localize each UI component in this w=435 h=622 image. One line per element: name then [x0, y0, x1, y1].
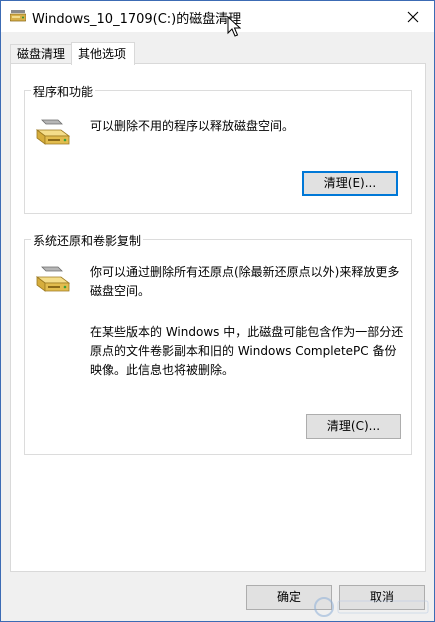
title-bar[interactable]: Windows_10_1709(C:)的磁盘清理 — [1, 1, 434, 37]
disk-cleanup-window: Windows_10_1709(C:)的磁盘清理 磁盘清理 其他选项 程序和功能… — [0, 0, 435, 622]
system-restore-description: 你可以通过删除所有还原点(除最新还原点以外)来释放更多磁盘空间。 — [90, 265, 400, 298]
close-icon — [407, 11, 419, 22]
mouse-cursor-icon — [227, 16, 241, 37]
close-button[interactable] — [392, 1, 434, 32]
programs-features-description: 可以删除不用的程序以释放磁盘空间。 — [90, 119, 295, 133]
window-title: Windows_10_1709(C:)的磁盘清理 — [32, 12, 242, 27]
programs-features-group: 程序和功能 可以删除不用的程序以释放磁盘空间。 清理(E)... — [24, 83, 412, 214]
shadow-copy-description: 在某些版本的 Windows 中，此磁盘可能包含作为一部分还原点的文件卷影副本和… — [90, 325, 404, 377]
tab-panel-more-options: 程序和功能 可以删除不用的程序以释放磁盘空间。 清理(E)... 系统还原和卷影… — [10, 63, 426, 572]
programs-features-legend: 程序和功能 — [31, 83, 96, 100]
cleanup-programs-button[interactable]: 清理(E)... — [302, 171, 398, 196]
system-restore-group: 系统还原和卷影复制 你可以通过删除所有还原点(除最新还原点以外)来释放更多磁盘空… — [24, 232, 412, 455]
cleanup-restore-button[interactable]: 清理(C)... — [306, 414, 401, 439]
tab-disk-cleanup[interactable]: 磁盘清理 — [10, 44, 72, 64]
watermark-logo — [314, 597, 429, 617]
tab-more-options[interactable]: 其他选项 — [71, 42, 135, 65]
hard-drive-icon — [36, 266, 70, 292]
system-restore-legend: 系统还原和卷影复制 — [31, 232, 144, 249]
hard-drive-icon — [36, 119, 70, 145]
disk-cleanup-icon — [10, 10, 26, 22]
